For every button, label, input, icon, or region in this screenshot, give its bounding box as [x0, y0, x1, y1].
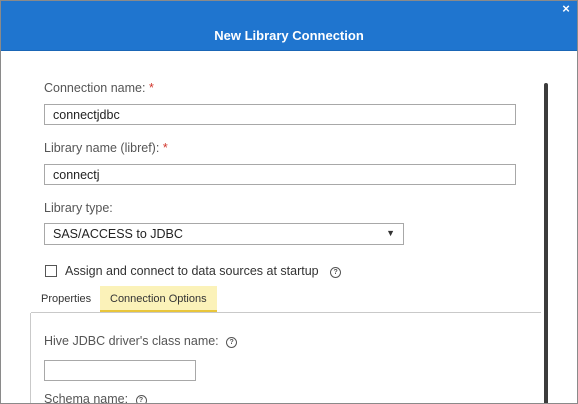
help-icon[interactable]: ? — [226, 337, 238, 348]
required-marker: * — [148, 81, 154, 95]
help-icon[interactable]: ? — [135, 395, 147, 403]
dropdown-arrow-icon: ▼ — [386, 228, 395, 238]
library-name-label: Library name (libref): * — [44, 141, 168, 155]
schema-name-label-text: Schema name: — [44, 392, 129, 404]
schema-name-label: Schema name: ? — [44, 392, 147, 404]
tab-connection-options[interactable]: Connection Options — [100, 286, 217, 312]
tab-connection-options-label: Connection Options — [110, 293, 207, 305]
help-icon[interactable]: ? — [330, 267, 342, 278]
connection-name-input[interactable] — [44, 104, 516, 125]
required-marker: * — [162, 141, 168, 155]
close-icon[interactable]: × — [559, 2, 573, 16]
driver-class-label-text: Hive JDBC driver's class name: — [44, 334, 219, 348]
startup-label: Assign and connect to data sources at st… — [65, 264, 342, 278]
library-type-select[interactable]: SAS/ACCESS to JDBC ▼ — [44, 223, 404, 245]
connection-name-label: Connection name: * — [44, 81, 154, 95]
tabs-divider — [31, 312, 541, 313]
driver-class-input[interactable] — [44, 360, 196, 381]
new-library-connection-dialog: New Library Connection × Connection name… — [0, 0, 578, 404]
connection-name-label-text: Connection name: — [44, 81, 146, 95]
library-type-label: Library type: — [44, 201, 113, 215]
tab-properties[interactable]: Properties — [31, 286, 101, 312]
library-name-label-text: Library name (libref): — [44, 141, 160, 155]
tab-properties-label: Properties — [41, 293, 92, 305]
startup-checkbox[interactable] — [45, 265, 57, 277]
library-name-input[interactable] — [44, 164, 516, 185]
panel-left-border — [30, 313, 31, 403]
dialog-title: New Library Connection — [214, 28, 364, 43]
startup-label-text: Assign and connect to data sources at st… — [65, 264, 319, 278]
dialog-titlebar: New Library Connection × — [1, 1, 577, 51]
vertical-scrollbar[interactable] — [544, 83, 548, 403]
library-type-selected: SAS/ACCESS to JDBC — [53, 227, 183, 241]
driver-class-label: Hive JDBC driver's class name: ? — [44, 334, 238, 348]
